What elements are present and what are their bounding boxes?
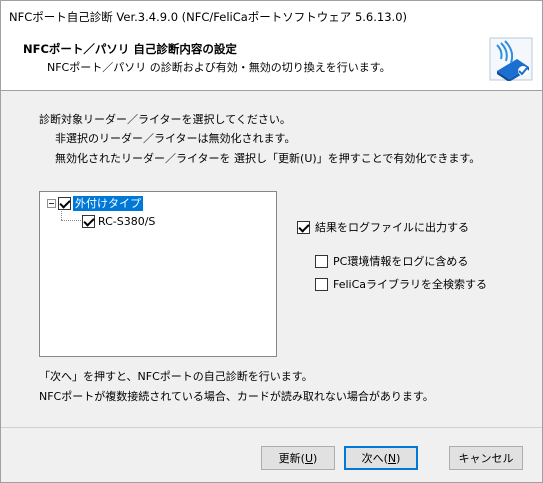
checkbox-label[interactable]: PC環境情報をログに含める (333, 253, 468, 269)
page-subtitle: NFCポート／パソリ の診断および有効・無効の切り換えを行います。 (47, 61, 391, 74)
wizard-header: NFCポート／パソリ 自己診断内容の設定 NFCポート／パソリ の診断および有効… (1, 31, 542, 91)
tree-item-checkbox[interactable] (58, 196, 71, 210)
button-label: キャンセル (458, 452, 514, 465)
button-label: 次へ( (361, 452, 388, 465)
tree-item-external-type[interactable]: 外付けタイプ (47, 195, 143, 211)
nfc-reader-icon (489, 37, 533, 82)
instruction-line-2: 非選択のリーダー／ライターは無効化されます。 (55, 132, 296, 145)
title-bar: NFCポート自己診断 Ver.3.4.9.0 (NFC/FeliCaポートソフト… (1, 1, 542, 31)
checkbox-box[interactable] (315, 277, 328, 291)
tree-item-rc-s380[interactable]: RC-S380/S (82, 213, 155, 229)
instruction-line-3: 無効化されたリーダー／ライターを 選択し「更新(U)」を押すことで有効化できます… (55, 152, 481, 165)
checkbox-label[interactable]: 結果をログファイルに出力する (315, 219, 469, 235)
cancel-button[interactable]: キャンセル (449, 446, 523, 470)
button-accesskey: U (304, 451, 314, 465)
reader-tree[interactable]: 外付けタイプ RC-S380/S (39, 191, 277, 357)
page-title: NFCポート／パソリ 自己診断内容の設定 (23, 42, 237, 56)
window-title: NFCポート自己診断 Ver.3.4.9.0 (NFC/FeliCaポートソフト… (9, 10, 407, 24)
checkbox-box[interactable] (315, 254, 328, 268)
footer-divider (1, 427, 542, 428)
tree-item-label[interactable]: 外付けタイプ (73, 195, 143, 211)
tree-item-label[interactable]: RC-S380/S (98, 215, 155, 228)
button-label: 更新( (278, 452, 305, 465)
note-line-2: NFCポートが複数接続されている場合、カードが読み取れない場合があります。 (39, 390, 434, 403)
checkbox-box[interactable] (297, 220, 310, 234)
button-label-end: ) (313, 451, 318, 465)
note-line-1: 「次へ」を押すと、NFCポートの自己診断を行います。 (39, 370, 313, 383)
log-output-checkbox[interactable]: 結果をログファイルに出力する (297, 219, 469, 235)
next-button[interactable]: 次へ(N) (344, 446, 418, 470)
collapse-icon[interactable] (47, 198, 56, 208)
button-label-end: ) (396, 451, 401, 465)
pc-env-checkbox[interactable]: PC環境情報をログに含める (315, 253, 468, 269)
dialog-window: NFCポート自己診断 Ver.3.4.9.0 (NFC/FeliCaポートソフト… (0, 0, 543, 483)
felica-search-checkbox[interactable]: FeliCaライブラリを全検索する (315, 276, 487, 292)
update-button[interactable]: 更新(U) (261, 446, 335, 470)
checkbox-label[interactable]: FeliCaライブラリを全検索する (333, 276, 487, 292)
tree-connector-line (61, 220, 81, 221)
instruction-line-1: 診断対象リーダー／ライターを選択してください。 (39, 113, 291, 126)
tree-item-checkbox[interactable] (82, 214, 95, 228)
button-accesskey: N (387, 451, 397, 465)
